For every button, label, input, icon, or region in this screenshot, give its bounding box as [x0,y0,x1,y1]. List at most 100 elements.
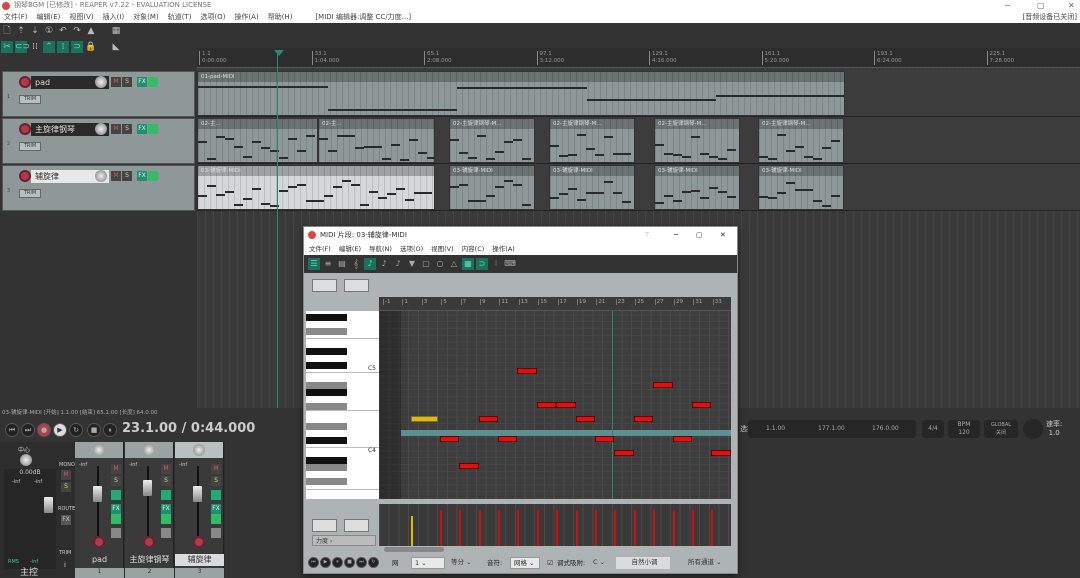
save-project-icon[interactable]: ⇣ [29,25,41,37]
volume-knob[interactable] [95,123,107,135]
volume-fader[interactable] [193,486,202,502]
record-arm-button[interactable] [93,536,105,548]
solo-button[interactable]: S [122,124,132,134]
fx-bypass-button[interactable] [148,124,158,134]
midi-item[interactable]: 03-辅旋律-MIDI [654,165,740,210]
master-mute-button[interactable]: M [61,470,71,480]
maximize-button[interactable]: ▢ [1037,1,1045,10]
cc-lane-select[interactable]: 力度 › [312,535,376,546]
midi-play-button[interactable]: ▶ [320,557,331,568]
menu-item[interactable]: 视图(V) [69,11,93,23]
go-to-start-button[interactable]: ⏮ [5,423,19,437]
bpm-value[interactable]: 120 [948,429,980,437]
midi-note[interactable] [556,402,576,408]
ruler-marker[interactable]: 129.1 4:16.000 [649,51,677,65]
piano-key[interactable] [306,389,347,396]
midi-note[interactable] [595,436,615,442]
pan-knob[interactable] [143,444,155,456]
midi-menu-item[interactable]: 选项(O) [400,243,423,255]
piano-roll-view-icon[interactable]: ☰ [308,258,320,270]
midi-menu-item[interactable]: 编辑(E) [339,243,361,255]
menu-item[interactable]: 编辑(E) [37,11,61,23]
phase-icon[interactable] [211,490,221,500]
repeat-button[interactable]: ↻ [69,423,83,437]
close-button[interactable]: ✕ [1068,1,1075,10]
midi-menu-item[interactable]: 操作(A) [492,243,515,255]
selection-end[interactable]: 177.1.00 [818,420,845,438]
play-button[interactable]: ▶ [53,423,67,437]
midi-note[interactable] [478,415,498,422]
grid-select[interactable]: 1 ⌄ [411,557,445,569]
fx-button[interactable]: FX [111,504,121,514]
midi-note[interactable] [672,436,692,442]
solo-button[interactable]: S [122,77,132,87]
menu-item[interactable]: 轨道(T) [168,11,192,23]
trim-button[interactable]: TRIM [19,142,41,151]
velocity-bar[interactable] [498,510,500,546]
midi-maximize-button[interactable]: ▢ [696,227,703,243]
record-arm-button[interactable] [143,536,155,548]
crossfade-icon[interactable]: ◣ [110,41,122,53]
piano-roll[interactable] [379,311,731,499]
mute-button[interactable]: M [111,464,121,474]
midi-play-icon[interactable]: ♪ [378,258,390,270]
track-lane[interactable]: 03-辅旋律-MIDI 03-辅旋律-MIDI 03-辅旋律-MIDI 03-辅旋律-… [197,164,1080,211]
midi-pause-button[interactable]: ⏸ [332,557,343,568]
fx-button[interactable]: FX [211,504,221,514]
midi-note[interactable] [517,368,537,374]
midi-close-button[interactable]: ✕ [720,227,726,243]
timeline-ruler[interactable]: 1.1 0:00.000 33.1 1:04.000 65.1 2:08.000 97.1 3… [197,48,1080,68]
strip-name[interactable]: 主旋律钢琴 [125,554,174,566]
keyboard-icon[interactable]: ⌨ [504,258,516,270]
notes-select[interactable]: 网格 ⌄ [510,557,540,569]
cc-button-2[interactable] [344,519,369,532]
velocity-bar[interactable] [459,510,462,546]
grid-lines-icon[interactable]: ⁞⁞ [29,41,41,53]
mute-button[interactable]: M [111,77,121,87]
piano-key[interactable] [306,382,347,389]
menu-item[interactable]: 插入(I) [103,11,125,23]
midi-minimize-button[interactable]: ─ [674,227,678,243]
grid-icon[interactable]: ▦ [110,25,122,37]
pan-knob[interactable] [193,444,205,456]
ruler-marker[interactable]: 193.1 6:24.000 [874,51,902,65]
step-input-icon[interactable]: ♪ [364,258,376,270]
link-icon[interactable]: ⊂⊃ [15,41,30,53]
fx-bypass-button[interactable] [111,514,121,524]
midi-note[interactable] [575,415,595,422]
velocity-bar[interactable] [672,510,675,546]
audio-status[interactable]: [音频设备已关闭] [1023,12,1077,23]
velocity-bar[interactable] [517,510,520,546]
envelope-button[interactable] [211,528,221,538]
rate-box[interactable]: 速率: 1.0 [1046,420,1062,438]
snap-magnet-icon[interactable]: ⊃ [476,258,488,270]
selection-start[interactable]: 1.1.00 [766,420,785,438]
key-select[interactable]: C ⌄ [590,557,612,569]
piano-key[interactable] [306,423,347,430]
midi-menu-item[interactable]: 内容(C) [462,243,485,255]
pause-button[interactable]: ⏸ [103,423,117,437]
record-arm-button[interactable] [19,170,31,182]
velocity-bar[interactable] [536,510,539,546]
solo-button[interactable]: S [161,476,171,486]
track-header[interactable]: 1 pad M S FX TRIM [2,71,195,117]
global-box[interactable]: GLOBAL 关闭 [984,420,1018,438]
midi-go-end-button[interactable]: ⏭ [356,557,367,568]
grid-snap-icon[interactable]: ▦ [462,258,474,270]
event-list-icon[interactable]: ▤ [336,258,348,270]
channel-select[interactable]: 所有通道 ⌄ [685,557,735,569]
chase-icon[interactable]: △ [448,258,460,270]
footprint-icon[interactable]: ⁝ [490,258,502,270]
menu-item[interactable]: [MIDI 编辑器:调整 CC/力度...] [315,11,411,23]
global-value[interactable]: 关闭 [984,429,1018,437]
midi-item[interactable]: 01-pad-MIDI [197,71,845,116]
piano-key[interactable] [306,437,347,444]
minimize-button[interactable]: ─ [1005,1,1010,10]
midi-note[interactable] [653,381,673,388]
selection-box[interactable]: 1.1.00 177.1.00 176.0.00 [748,420,916,438]
solo-button[interactable]: S [211,476,221,486]
open-project-icon[interactable]: ⇡ [15,25,27,37]
piano-key[interactable] [306,348,347,355]
master-route-button[interactable]: ROUTE [58,506,75,512]
midi-menu-item[interactable]: 视图(V) [431,243,454,255]
